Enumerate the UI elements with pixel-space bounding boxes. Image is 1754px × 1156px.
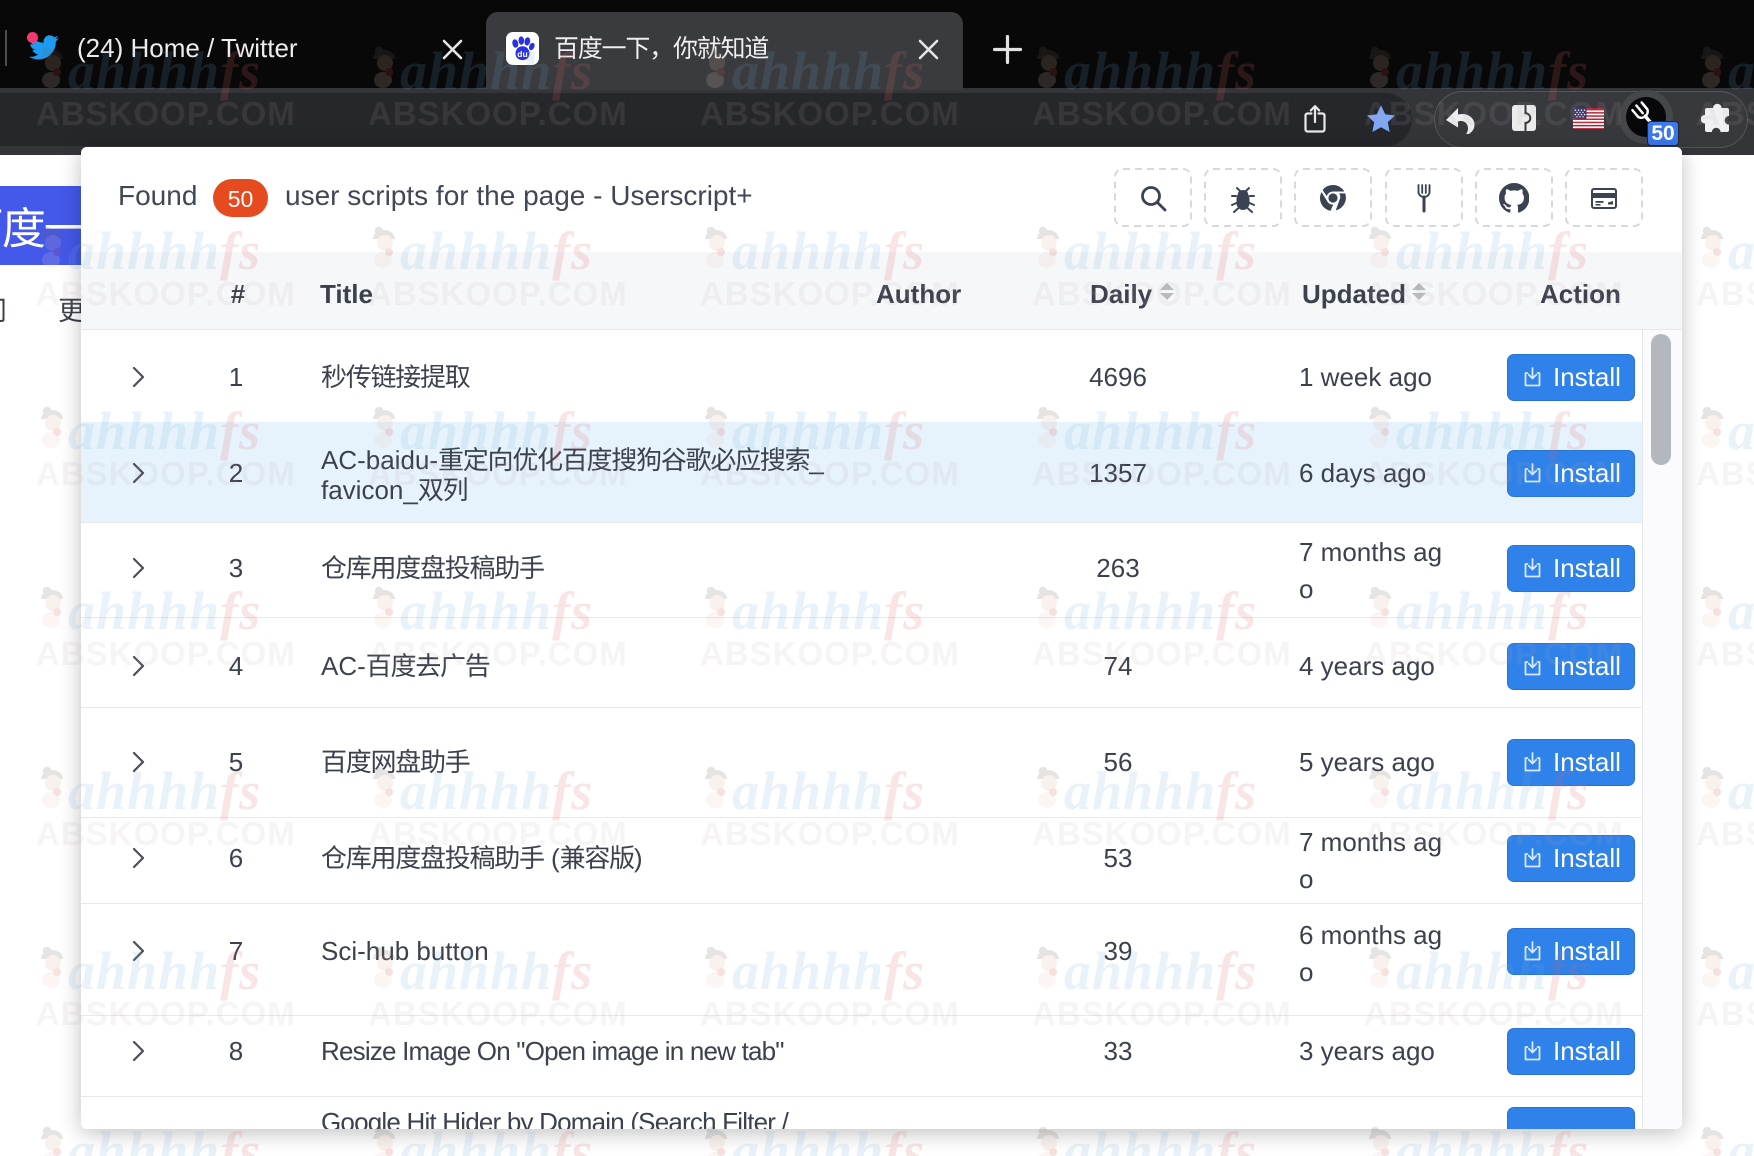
svg-text:du: du [517,49,527,59]
